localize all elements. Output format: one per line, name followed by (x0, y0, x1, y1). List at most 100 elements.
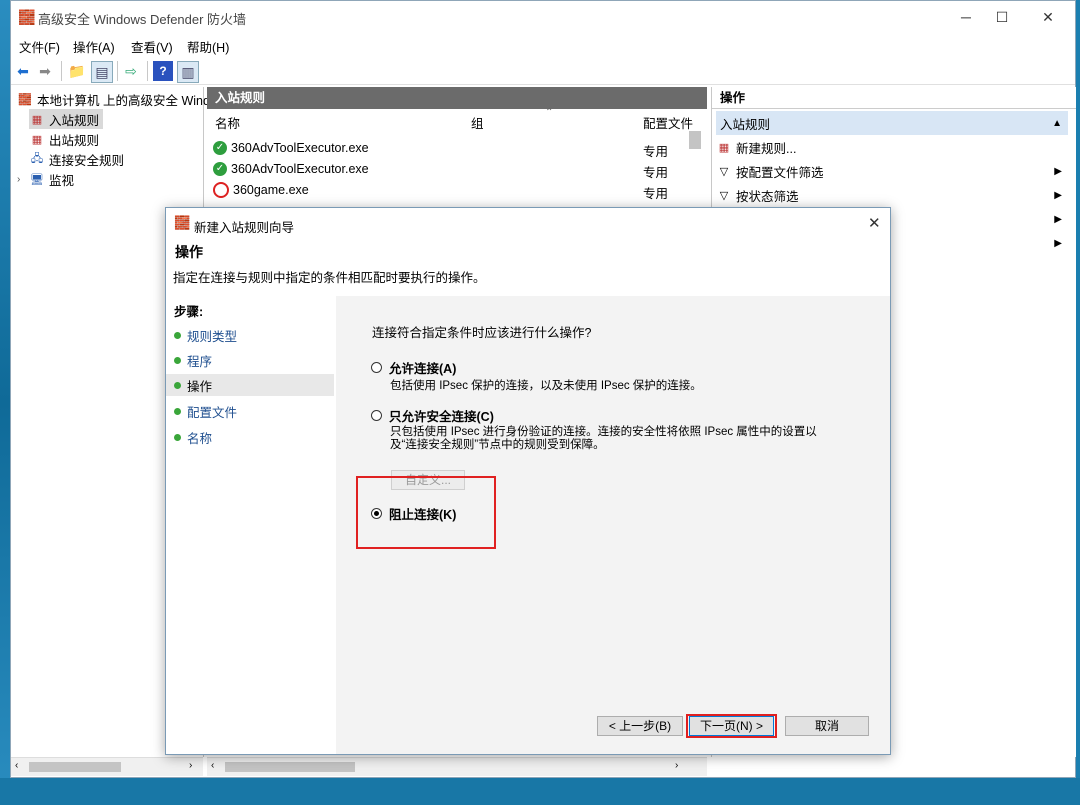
step-label: 名称 (187, 431, 213, 446)
option-secure-label: 只允许安全连接(C) (389, 410, 494, 424)
wizard-app-icon: 🧱 (174, 215, 191, 230)
step-action-current[interactable]: 操作 (166, 374, 334, 396)
console-tree-icon[interactable]: ▤ (91, 61, 113, 83)
option-allow-label: 允许连接(A) (389, 362, 457, 376)
rule-name: 360AdvToolExecutor.exe (231, 140, 369, 155)
block-icon (213, 181, 229, 198)
option-allow-desc: 包括使用 IPsec 保护的连接，以及未使用 IPsec 保护的连接。 (390, 380, 702, 392)
option-secure[interactable]: 只允许安全连接(C) (371, 406, 494, 425)
step-rule-type[interactable]: 规则类型 (174, 324, 237, 346)
cancel-button[interactable]: 取消 (785, 716, 869, 736)
column-name[interactable]: 名称 (215, 113, 240, 132)
action-filter-profile[interactable]: ▽ 按配置文件筛选 ▶ (716, 159, 1068, 183)
actions-header: 操作 (712, 87, 1076, 109)
list-scroll-thumb[interactable] (689, 131, 701, 149)
outbound-rules-icon: ▦ (31, 133, 43, 146)
wizard-title: 新建入站规则向导 (194, 221, 295, 235)
action-filter-state[interactable]: ▽ 按状态筛选 ▶ (716, 183, 1068, 207)
table-row[interactable]: ✓ 360AdvToolExecutor.exe (213, 137, 369, 158)
maximize-button[interactable]: ☐ (979, 1, 1025, 33)
new-inbound-rule-wizard: 🧱 新建入站规则向导 ✕ 操作 指定在连接与规则中指定的条件相匹配时要执行的操作… (165, 207, 891, 755)
wizard-header: 🧱 新建入站规则向导 ✕ 操作 指定在连接与规则中指定的条件相匹配时要执行的操作… (166, 208, 890, 294)
step-label: 程序 (187, 354, 213, 369)
back-arrow-icon[interactable]: ⬅ (13, 61, 33, 81)
next-button[interactable]: 下一页(N) > (689, 716, 774, 736)
desktop-bottom (0, 778, 1080, 805)
step-label: 配置文件 (187, 405, 238, 420)
table-row[interactable]: ✓ 360AdvToolExecutor.exe (213, 158, 369, 179)
scroll-right-icon[interactable]: › (675, 760, 678, 771)
tree-item-outbound-rules[interactable]: ▦ 出站规则 (29, 129, 99, 149)
radio-block[interactable] (371, 508, 382, 519)
forward-arrow-icon[interactable]: ➡ (35, 61, 55, 81)
submenu-arrow-icon: ▶ (1054, 165, 1062, 177)
radio-allow[interactable] (371, 362, 382, 373)
menu-help[interactable]: 帮助(H) (187, 37, 229, 56)
submenu-arrow-icon: ▶ (1054, 237, 1062, 249)
actions-section-inbound[interactable]: 入站规则 ▲ (716, 111, 1068, 135)
up-folder-icon[interactable]: 📁 (67, 61, 87, 81)
collapse-up-icon[interactable]: ▲ (1052, 118, 1062, 129)
step-program[interactable]: 程序 (174, 349, 212, 371)
menu-view[interactable]: 查看(V) (131, 37, 173, 56)
scroll-thumb[interactable] (29, 762, 121, 772)
tree-item-monitoring[interactable]: › 🖥 监视 (17, 169, 74, 189)
table-row[interactable]: 360game.exe (213, 179, 309, 200)
submenu-arrow-icon: ▶ (1054, 213, 1062, 225)
step-label: 规则类型 (187, 329, 238, 344)
new-rule-icon: ▦ (718, 141, 730, 154)
radio-secure[interactable] (371, 410, 382, 421)
wizard-question: 连接符合指定条件时应该进行什么操作? (372, 326, 592, 340)
tree-item-label: 入站规则 (49, 113, 100, 128)
option-allow[interactable]: 允许连接(A) (371, 358, 456, 377)
rule-name: 360AdvToolExecutor.exe (231, 161, 369, 176)
option-block[interactable]: 阻止连接(K) (371, 504, 456, 523)
rule-profile: 专用 (643, 166, 669, 180)
title-bar: 🧱 高级安全 Windows Defender 防火墙 ─ ☐ ✕ (11, 1, 1075, 33)
help-icon[interactable]: ? (153, 61, 173, 81)
column-profile[interactable]: 配置文件 (643, 113, 693, 132)
rule-name: 360game.exe (233, 182, 309, 197)
scroll-left-icon[interactable]: ‹ (211, 760, 214, 771)
sort-caret-icon: ⌃ (545, 107, 554, 118)
back-button[interactable]: < 上一步(B) (597, 716, 683, 736)
menu-action[interactable]: 操作(A) (73, 37, 115, 56)
scroll-right-icon[interactable]: › (189, 760, 192, 771)
menu-file[interactable]: 文件(F) (19, 37, 60, 56)
tree-item-label: 出站规则 (49, 133, 100, 148)
tree-item-label: 监视 (49, 173, 75, 188)
connection-security-icon: 🖧 (30, 152, 44, 165)
close-button[interactable]: ✕ (1025, 1, 1071, 33)
export-list-icon[interactable]: ⇨ (121, 61, 141, 81)
allow-check-icon: ✓ (213, 161, 227, 176)
wizard-heading: 操作 (175, 244, 203, 260)
action-pane-icon[interactable]: ▥ (177, 61, 199, 83)
step-name[interactable]: 名称 (174, 426, 212, 448)
step-label: 操作 (187, 379, 213, 394)
wizard-subheading: 指定在连接与规则中指定的条件相匹配时要执行的操作。 (173, 271, 486, 285)
tree-hscrollbar[interactable]: ‹ › (11, 757, 203, 776)
action-label: 新建规则... (736, 141, 797, 156)
step-profile[interactable]: 配置文件 (174, 400, 237, 422)
inbound-rules-icon: ▦ (31, 113, 43, 126)
rule-profile: 专用 (643, 145, 669, 159)
step-bullet-icon (174, 433, 181, 441)
tree-item-connection-security[interactable]: 🖧 连接安全规则 (29, 149, 124, 169)
tree-item-inbound-rules[interactable]: ▦ 入站规则 (29, 109, 104, 129)
scroll-thumb[interactable] (225, 762, 355, 772)
tree-root-label: 本地计算机 上的高级安全 Windows (37, 93, 233, 108)
action-new-rule[interactable]: ▦ 新建规则... (716, 135, 1068, 159)
allow-check-icon: ✓ (213, 140, 227, 155)
firewall-app-icon: 🧱 (18, 9, 36, 25)
rules-hscrollbar[interactable]: ‹ › (207, 757, 707, 776)
column-group[interactable]: 组 (471, 113, 484, 132)
rules-pane-header: 入站规则 (207, 87, 707, 109)
toolbar: ⬅ ➡ 📁 ▤ ⇨ ? ▥ (11, 57, 1075, 85)
action-label: 按状态筛选 (736, 189, 799, 204)
expand-chevron-icon[interactable]: › (17, 174, 29, 185)
scroll-left-icon[interactable]: ‹ (15, 760, 18, 771)
tree-root[interactable]: 🧱 本地计算机 上的高级安全 Windows (17, 89, 232, 109)
option-secure-desc: 只包括使用 IPsec 进行身份验证的连接。连接的安全性将依照 IPsec 属性… (390, 426, 817, 451)
wizard-close-icon[interactable]: ✕ (868, 214, 881, 232)
filter-icon: ▽ (719, 189, 729, 202)
